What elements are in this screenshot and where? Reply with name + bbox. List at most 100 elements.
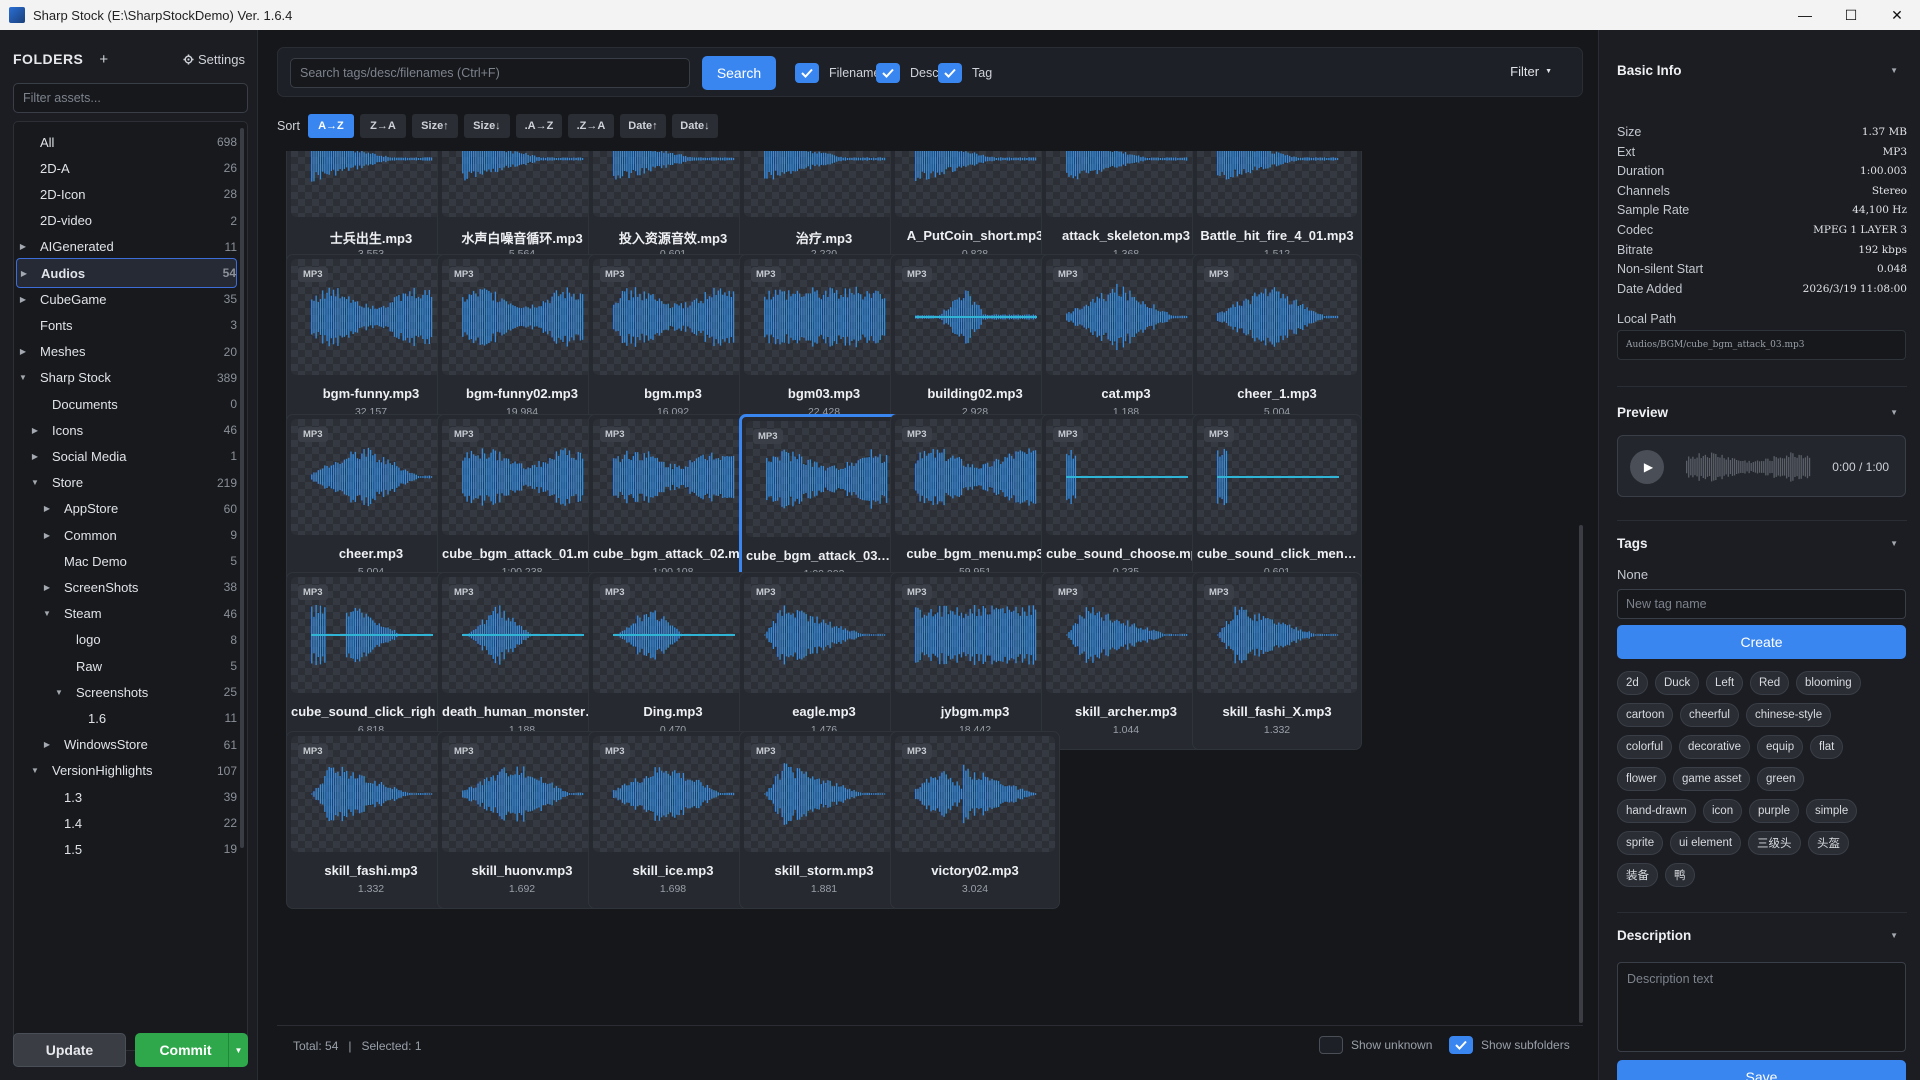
collapse-icon[interactable]: ▼ <box>1890 539 1898 548</box>
tag-chip[interactable]: cheerful <box>1680 703 1739 727</box>
show-unknown-checkbox[interactable]: Show unknown <box>1319 1036 1432 1054</box>
tag-chip[interactable]: Left <box>1706 671 1744 695</box>
expand-right-icon[interactable]: ▶ <box>42 504 52 513</box>
tag-chip[interactable]: 鸭 <box>1665 863 1695 887</box>
tag-chip[interactable]: chinese-style <box>1746 703 1832 727</box>
asset-card[interactable]: MP3 skill_huonv.mp3 1.692 <box>437 731 607 909</box>
description-input[interactable] <box>1617 962 1906 1052</box>
asset-card[interactable]: MP3 bgm03.mp3 22.428 <box>739 254 909 432</box>
tree-scrollbar[interactable] <box>240 128 244 848</box>
expand-right-icon[interactable]: ▶ <box>30 426 40 435</box>
expand-down-icon[interactable]: ▼ <box>30 478 40 487</box>
sort-button[interactable]: A→Z <box>307 114 354 138</box>
expand-right-icon[interactable]: ▶ <box>18 347 28 356</box>
sort-button[interactable]: .Z→A <box>567 114 614 138</box>
tag-checkbox[interactable]: Tag <box>938 63 992 83</box>
sort-button[interactable]: .A→Z <box>515 114 562 138</box>
tag-chip[interactable]: 三级头 <box>1748 831 1801 855</box>
expand-right-icon[interactable]: ▶ <box>19 269 29 278</box>
filename-checkbox[interactable]: Filename <box>795 63 880 83</box>
tag-chip[interactable]: icon <box>1703 799 1743 823</box>
sort-button[interactable]: Date↑ <box>619 114 666 138</box>
tag-chip[interactable]: decorative <box>1679 735 1751 759</box>
preview-waveform[interactable] <box>1686 448 1811 486</box>
asset-card[interactable]: MP3 Ding.mp3 0.470 <box>588 572 758 750</box>
asset-card[interactable]: MP3 skill_ice.mp3 1.698 <box>588 731 758 909</box>
expand-right-icon[interactable]: ▶ <box>42 740 52 749</box>
expand-right-icon[interactable]: ▶ <box>18 242 28 251</box>
expand-down-icon[interactable]: ▼ <box>54 688 64 697</box>
tag-chip[interactable]: sprite <box>1617 831 1664 855</box>
save-button[interactable]: Save <box>1617 1060 1906 1080</box>
sort-button[interactable]: Z→A <box>359 114 406 138</box>
collapse-icon[interactable]: ▼ <box>1890 408 1898 417</box>
filter-assets-input[interactable] <box>13 83 248 113</box>
expand-right-icon[interactable]: ▶ <box>42 583 52 592</box>
search-button[interactable]: Search <box>702 56 776 90</box>
collapse-icon[interactable]: ▼ <box>1890 66 1898 75</box>
asset-card[interactable]: MP3death_human_monster_01.mp31.188 <box>437 572 607 750</box>
asset-card[interactable]: MP3cube_sound_click_menu.mp30.601 <box>1192 414 1362 592</box>
tag-chip[interactable]: green <box>1757 767 1805 791</box>
asset-card[interactable]: MP3 skill_archer.mp3 1.044 <box>1041 572 1211 750</box>
asset-card[interactable]: MP3 bgm-funny.mp3 32.157 <box>286 254 456 432</box>
asset-card[interactable]: MP3cheer.mp35.004 <box>286 414 456 592</box>
local-path-field[interactable]: Audios/BGM/cube_bgm_attack_03.mp3 <box>1617 330 1906 360</box>
asset-card[interactable]: MP3 eagle.mp3 1.476 <box>739 572 909 750</box>
maximize-button[interactable]: ☐ <box>1828 0 1874 30</box>
asset-card[interactable]: MP3 cheer_1.mp3 5.004 <box>1192 254 1362 432</box>
filter-button[interactable]: Filter ▼ <box>1510 64 1552 79</box>
tag-chip[interactable]: Red <box>1750 671 1790 695</box>
desc-checkbox[interactable]: Desc <box>876 63 938 83</box>
tag-chip[interactable]: game asset <box>1673 767 1751 791</box>
tag-chip[interactable]: 装备 <box>1617 863 1658 887</box>
commit-dropdown-icon[interactable]: ▼ <box>228 1033 248 1067</box>
settings-button[interactable]: Settings <box>183 52 245 67</box>
show-subfolders-checkbox[interactable]: Show subfolders <box>1449 1036 1570 1054</box>
tag-chip[interactable]: flower <box>1617 767 1666 791</box>
expand-right-icon[interactable]: ▶ <box>42 531 52 540</box>
asset-card[interactable]: MP3 bgm.mp3 16.092 <box>588 254 758 432</box>
asset-card[interactable]: MP3cube_bgm_menu.mp359.951 <box>890 414 1060 592</box>
asset-card[interactable]: MP3 skill_storm.mp3 1.881 <box>739 731 909 909</box>
search-input[interactable] <box>290 58 690 88</box>
add-folder-button[interactable]: + <box>99 51 108 68</box>
asset-card[interactable]: MP3cube_sound_choose.mp30.235 <box>1041 414 1211 592</box>
expand-down-icon[interactable]: ▼ <box>30 766 40 775</box>
new-tag-input[interactable] <box>1617 589 1906 619</box>
minimize-button[interactable]: — <box>1782 0 1828 30</box>
expand-right-icon[interactable]: ▶ <box>30 452 40 461</box>
tag-chip[interactable]: purple <box>1749 799 1799 823</box>
sort-button[interactable]: Size↑ <box>411 114 458 138</box>
asset-card[interactable]: MP3 skill_fashi.mp3 1.332 <box>286 731 456 909</box>
update-button[interactable]: Update <box>13 1033 126 1067</box>
play-button[interactable]: ▶ <box>1630 450 1664 484</box>
asset-card[interactable]: MP3cube_sound_click_right.mp36.818 <box>286 572 456 750</box>
asset-card[interactable]: MP3 skill_fashi_X.mp3 1.332 <box>1192 572 1362 750</box>
tag-chip[interactable]: colorful <box>1617 735 1673 759</box>
expand-right-icon[interactable]: ▶ <box>18 295 28 304</box>
expand-down-icon[interactable]: ▼ <box>18 373 28 382</box>
expand-down-icon[interactable]: ▼ <box>42 609 52 618</box>
collapse-icon[interactable]: ▼ <box>1890 931 1898 940</box>
sort-button[interactable]: Size↓ <box>463 114 510 138</box>
asset-card[interactable]: MP3 jybgm.mp3 18.442 <box>890 572 1060 750</box>
asset-card[interactable]: MP3 building02.mp3 2.928 <box>890 254 1060 432</box>
tree-item[interactable]: 1.5 19 <box>16 834 237 864</box>
create-tag-button[interactable]: Create <box>1617 625 1906 659</box>
asset-card[interactable]: MP3 cat.mp3 1.188 <box>1041 254 1211 432</box>
grid-scrollbar[interactable] <box>1579 525 1583 1023</box>
asset-card[interactable]: MP3 bgm-funny02.mp3 19.984 <box>437 254 607 432</box>
tag-chip[interactable]: cartoon <box>1617 703 1674 727</box>
tag-chip[interactable]: ui element <box>1670 831 1742 855</box>
asset-card[interactable]: MP3cube_bgm_attack_02.mp31:00.108 <box>588 414 758 592</box>
tag-chip[interactable]: equip <box>1757 735 1804 759</box>
commit-button[interactable]: Commit ▼ <box>135 1033 248 1067</box>
asset-card[interactable]: MP3cube_bgm_attack_03.mp31:00.003 <box>739 414 909 592</box>
tag-chip[interactable]: flat <box>1810 735 1844 759</box>
asset-card[interactable]: MP3cube_bgm_attack_01.mp31:00.238 <box>437 414 607 592</box>
tag-chip[interactable]: simple <box>1806 799 1858 823</box>
close-button[interactable]: ✕ <box>1874 0 1920 30</box>
asset-card[interactable]: MP3 victory02.mp3 3.024 <box>890 731 1060 909</box>
tag-chip[interactable]: hand-drawn <box>1617 799 1696 823</box>
